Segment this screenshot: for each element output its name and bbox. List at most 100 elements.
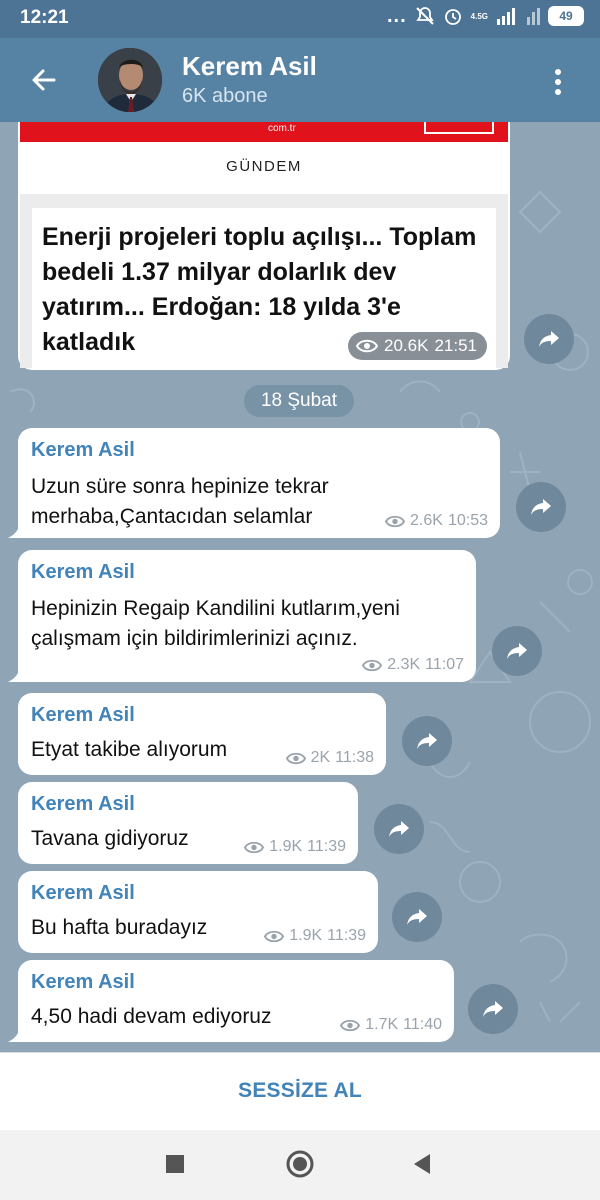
mute-button[interactable]: SESSİZE AL [0, 1079, 600, 1103]
message-views: 2.6K [410, 512, 443, 529]
forward-icon [417, 733, 437, 749]
more-notifications-icon: ... [386, 5, 407, 27]
message-views: 1.9K [269, 838, 303, 855]
message-meta: 1.9K 11:39 [264, 927, 366, 945]
message-time: 11:38 [335, 749, 374, 766]
forward-button[interactable] [374, 804, 424, 854]
message-line: merhaba,Çantacıdan selamlar [31, 505, 313, 528]
chat-area[interactable]: com.tr GÜNDEM Enerji projeleri toplu açı… [0, 122, 600, 1052]
signal-icon-secondary [527, 8, 540, 25]
forward-icon [507, 643, 527, 659]
forward-icon [407, 909, 427, 925]
battery-indicator: 49 [548, 6, 584, 26]
message-text: Bu hafta buradayız [31, 913, 207, 943]
card-site-label: com.tr [268, 123, 296, 134]
mute-bell-icon [415, 7, 434, 25]
eye-icon [264, 930, 285, 942]
nav-recents-icon[interactable] [166, 1155, 184, 1173]
card-views: 20.6K [384, 336, 429, 355]
more-options-button[interactable] [538, 62, 578, 102]
more-vertical-icon [555, 69, 561, 95]
network-type: 4.5G [470, 11, 488, 21]
message-line: Hepinizin Regaip Kandilini kutlarım,yeni [31, 597, 400, 620]
message-text: Etyat takibe alıyorum [31, 735, 227, 765]
message-views: 1.7K [365, 1016, 399, 1033]
status-bar: 12:21 ... 4.5G 49 [0, 0, 600, 38]
message-bubble[interactable]: Kerem Asil Tavana gidiyoruz 1.9K 11:39 [18, 782, 358, 864]
forward-icon [389, 821, 409, 837]
message-line: Bu hafta buradayız [31, 916, 208, 939]
channel-avatar[interactable] [98, 48, 162, 112]
message-views: 1.9K [289, 927, 323, 944]
forward-button[interactable] [392, 892, 442, 942]
message-time: 11:40 [403, 1016, 442, 1033]
card-category: GÜNDEM [226, 158, 302, 175]
back-arrow-icon [32, 69, 56, 91]
forward-icon [539, 331, 559, 347]
message-text: Tavana gidiyoruz [31, 824, 189, 854]
message-author[interactable]: Kerem Asil [31, 561, 135, 584]
message-author[interactable]: Kerem Asil [31, 439, 135, 462]
date-separator: 18 Şubat [244, 385, 354, 417]
channel-header: Kerem Asil 6K abone [0, 38, 600, 122]
message-bubble[interactable]: Kerem Asil Uzun süre sonra hepinize tekr… [8, 428, 500, 538]
eye-icon [340, 1019, 361, 1031]
message-bubble[interactable]: Kerem Asil 4,50 hadi devam ediyoruz 1.7K… [8, 960, 454, 1042]
bubble-tail [8, 1028, 20, 1042]
message-time: 10:53 [447, 512, 488, 529]
signal-icon [497, 8, 515, 25]
message-author[interactable]: Kerem Asil [31, 971, 135, 994]
link-preview-card[interactable]: com.tr GÜNDEM Enerji projeleri toplu açı… [18, 122, 510, 370]
message-meta: 2K 11:38 [285, 749, 374, 767]
message-meta: 1.7K 11:40 [340, 1016, 442, 1034]
message-bubble[interactable]: Kerem Asil Bu hafta buradayız 1.9K 11:39 [18, 871, 378, 953]
forward-button[interactable] [402, 716, 452, 766]
message-meta: 2.6K 10:53 [385, 512, 488, 530]
eye-icon [285, 752, 306, 764]
message-views: 2K [310, 749, 331, 766]
card-meta: 20.6K 21:51 [348, 332, 487, 360]
message-text: 4,50 hadi devam ediyoruz [31, 1002, 272, 1032]
alarm-icon [444, 9, 461, 25]
bubble-tail [8, 524, 20, 538]
message-line: çalışmam için bildirimlerinizi açınız. [31, 627, 358, 650]
forward-button[interactable] [524, 314, 574, 364]
message-bubble[interactable]: Kerem Asil Hepinizin Regaip Kandilini ku… [8, 550, 476, 682]
forward-icon [483, 1001, 503, 1017]
subscriber-count: 6K abone [182, 85, 268, 107]
message-author[interactable]: Kerem Asil [31, 882, 135, 905]
message-line: Tavana gidiyoruz [31, 827, 189, 850]
message-meta: 1.9K 11:39 [244, 838, 346, 856]
forward-button[interactable] [516, 482, 566, 532]
card-time: 21:51 [434, 336, 477, 355]
message-meta: 2.3K 11:07 [362, 656, 464, 674]
eye-icon [356, 339, 378, 353]
message-line: Etyat takibe alıyorum [31, 738, 228, 761]
message-bubble[interactable]: Kerem Asil Etyat takibe alıyorum 2K 11:3… [18, 693, 386, 775]
message-author[interactable]: Kerem Asil [31, 793, 135, 816]
eye-icon [362, 659, 383, 671]
nav-back-icon[interactable] [410, 1152, 434, 1176]
status-icons: ... 4.5G 49 [387, 6, 584, 26]
avatar-image [98, 48, 162, 112]
message-views: 2.3K [387, 656, 421, 673]
channel-title[interactable]: Kerem Asil [182, 51, 317, 82]
eye-icon [244, 841, 265, 853]
message-text: Uzun süre sonra hepinize tekrar merhaba,… [31, 472, 329, 532]
message-time: 11:07 [425, 656, 464, 673]
eye-icon [385, 515, 406, 527]
system-nav-bar [0, 1130, 600, 1200]
bottom-action-bar: SESSİZE AL [0, 1052, 600, 1130]
nav-home-icon[interactable] [286, 1150, 314, 1178]
forward-button[interactable] [492, 626, 542, 676]
back-button[interactable] [22, 58, 66, 102]
message-time: 11:39 [327, 927, 366, 944]
message-time: 11:39 [307, 838, 346, 855]
status-time: 12:21 [20, 7, 69, 28]
forward-icon [531, 499, 551, 515]
message-author[interactable]: Kerem Asil [31, 704, 135, 727]
forward-button[interactable] [468, 984, 518, 1034]
bubble-tail [8, 668, 20, 682]
card-banner-strip: com.tr [20, 122, 508, 142]
message-line: 4,50 hadi devam ediyoruz [31, 1005, 272, 1028]
